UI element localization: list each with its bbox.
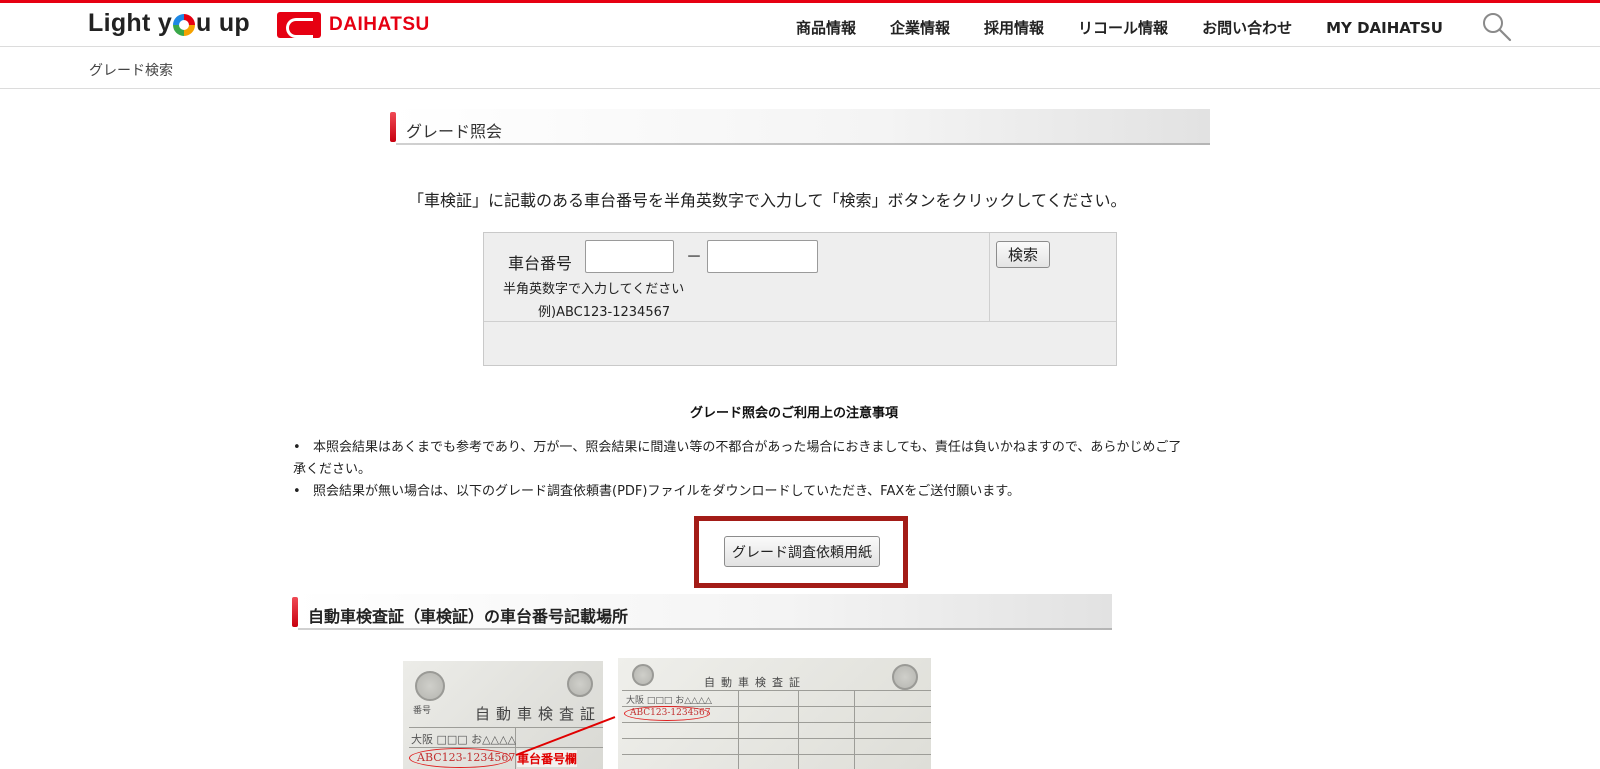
list-item: 本照会結果はあくまでも参考であり、万が一、照会結果に間違い等の不都合があった場合… — [293, 437, 1293, 481]
input-example: 例)ABC123-1234567 — [538, 305, 671, 320]
nav-item-recruit[interactable]: 採用情報 — [984, 17, 1044, 38]
notice-item-1-line-2: 承ください。 — [293, 462, 372, 477]
nav-item-company[interactable]: 企業情報 — [890, 17, 950, 38]
brand-name: DAIHATSU — [329, 14, 430, 35]
cert-rule — [798, 690, 799, 769]
breadcrumb: グレード検索 — [89, 63, 173, 79]
cert-plate-right: 大阪 □□□ お△△△△ — [626, 696, 712, 706]
daihatsu-logo[interactable]: DAIHATSU — [277, 12, 430, 38]
cert-rule — [622, 738, 931, 739]
notice-item-1-line-1: 本照会結果はあくまでも参考であり、万が一、照会結果に間違い等の不都合があった場合… — [313, 440, 1182, 455]
search-button[interactable]: 検索 — [996, 241, 1050, 268]
heading-underline — [298, 628, 1112, 630]
certificate-image-left: 番号 自動車検査証 大阪 □□□ お△△△△ ABC123-1234567 車台… — [403, 661, 603, 769]
cert-chassis-number-left: ABC123-1234567 — [417, 751, 516, 764]
cert-plate-left: 大阪 □□□ お△△△△ — [411, 733, 517, 746]
nav-item-my-daihatsu[interactable]: MY DAIHATSU — [1326, 19, 1443, 37]
site-header: Light y u up DAIHATSU 商品情報 企業情報 採用情報 リコー… — [0, 3, 1600, 47]
table-divider — [484, 321, 1116, 322]
chassis-number-label: 車台番号 — [508, 254, 573, 273]
notice-item-2: 照会結果が無い場合は、以下のグレード調査依頼書(PDF)ファイルをダウンロードし… — [313, 484, 1020, 499]
dash-separator: － — [686, 247, 703, 266]
cert-title-right: 自動車検査証 — [704, 676, 806, 689]
breadcrumb-bar: グレード検索 — [0, 48, 1600, 89]
section-heading-certificate: 自動車検査証（車検証）の車台番号記載場所 — [292, 594, 1112, 630]
certificate-image-right: 自動車検査証 大阪 □□□ お△△△△ ABC123-1234567 — [618, 658, 931, 769]
nav-item-recall[interactable]: リコール情報 — [1078, 17, 1168, 38]
notice-title: グレード照会のご利用上の注意事項 — [690, 406, 899, 421]
rainbow-o-icon — [173, 13, 196, 36]
cert-rule — [854, 690, 855, 769]
nav-item-products[interactable]: 商品情報 — [796, 17, 856, 38]
cert-rule — [622, 690, 931, 691]
nav-item-contact[interactable]: お問い合わせ — [1202, 17, 1292, 38]
search-icon[interactable] — [1481, 11, 1513, 43]
list-item: 照会結果が無い場合は、以下のグレード調査依頼書(PDF)ファイルをダウンロードし… — [293, 481, 1293, 503]
cert-title-left: 自動車検査証 — [475, 705, 602, 723]
main-nav: 商品情報 企業情報 採用情報 リコール情報 お問い合わせ MY DAIHATSU — [796, 17, 1477, 38]
seal-icon — [415, 671, 445, 701]
seal-icon — [567, 671, 593, 697]
search-form-table: 車台番号 － 半角英数字で入力してください 例)ABC123-1234567 検… — [483, 232, 1117, 366]
instruction-text: 「車検証」に記載のある車台番号を半角英数字で入力して「検索」ボタンをクリックして… — [408, 191, 1127, 210]
cert-label-number: 番号 — [413, 706, 432, 716]
chassis-number-input-2[interactable] — [707, 240, 818, 273]
heading-accent-bar — [390, 112, 396, 142]
heading-underline — [396, 143, 1210, 145]
daihatsu-d-mark-icon — [277, 12, 321, 38]
seal-icon — [632, 664, 654, 686]
cert-rule — [622, 722, 931, 723]
seal-icon — [892, 664, 918, 690]
chassis-number-input-1[interactable] — [585, 240, 674, 273]
tagline-post: u up — [196, 9, 251, 37]
input-hint: 半角英数字で入力してください — [503, 282, 685, 297]
highlight-box: グレード調査依頼用紙 — [694, 516, 908, 588]
cert-rule — [622, 754, 931, 755]
chassis-number-field-label: 車台番号欄 — [517, 750, 578, 767]
grade-request-form-button[interactable]: グレード調査依頼用紙 — [724, 536, 880, 567]
cert-rule — [409, 747, 603, 748]
section-title-certificate: 自動車検査証（車検証）の車台番号記載場所 — [308, 607, 629, 626]
cert-chassis-number-right: ABC123-1234567 — [630, 708, 711, 718]
heading-accent-bar — [292, 597, 298, 627]
cert-rule — [738, 690, 739, 769]
notice-list: 本照会結果はあくまでも参考であり、万が一、照会結果に間違い等の不都合があった場合… — [293, 437, 1293, 503]
table-divider — [989, 233, 990, 321]
cert-rule — [409, 727, 603, 728]
section-title-grade: グレード照会 — [406, 122, 503, 141]
section-heading-grade: グレード照会 — [390, 109, 1210, 145]
tagline-pre: Light y — [88, 9, 173, 37]
tagline-logo[interactable]: Light y u up — [88, 9, 250, 38]
